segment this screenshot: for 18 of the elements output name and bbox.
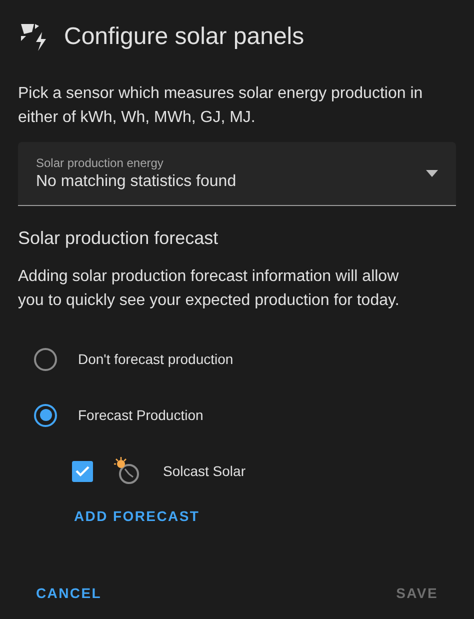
checkbox[interactable] (72, 460, 93, 482)
section-description: Adding solar production forecast information will allow you to quickly see your expected production for today. (18, 267, 400, 311)
sun-gauge-icon (113, 457, 141, 485)
integration-name: Solcast Solar (163, 462, 246, 480)
radio-button[interactable] (34, 404, 57, 426)
description-text: Pick a sensor which measures solar energy production in either of kWh, Wh, MWh, GJ, MJ. (17, 84, 424, 128)
dialog-title: Configure solar panels (64, 22, 304, 52)
radio-button[interactable] (34, 348, 57, 370)
radio-label: Don't forecast production (78, 350, 234, 369)
section-heading: Solar production forecast (17, 227, 220, 250)
field-value: No matching statistics found (36, 172, 236, 192)
select-field[interactable]: Solar production energy No matching statistics found (18, 142, 456, 206)
dropdown-caret-icon (426, 170, 438, 177)
radio-label: Forecast Production (78, 406, 204, 424)
check-icon (75, 465, 90, 477)
dialog-action-button[interactable]: CANCEL (28, 577, 110, 610)
add-forecast-button[interactable]: ADD FORECAST (74, 506, 200, 527)
field-label: Solar production energy (36, 154, 164, 170)
